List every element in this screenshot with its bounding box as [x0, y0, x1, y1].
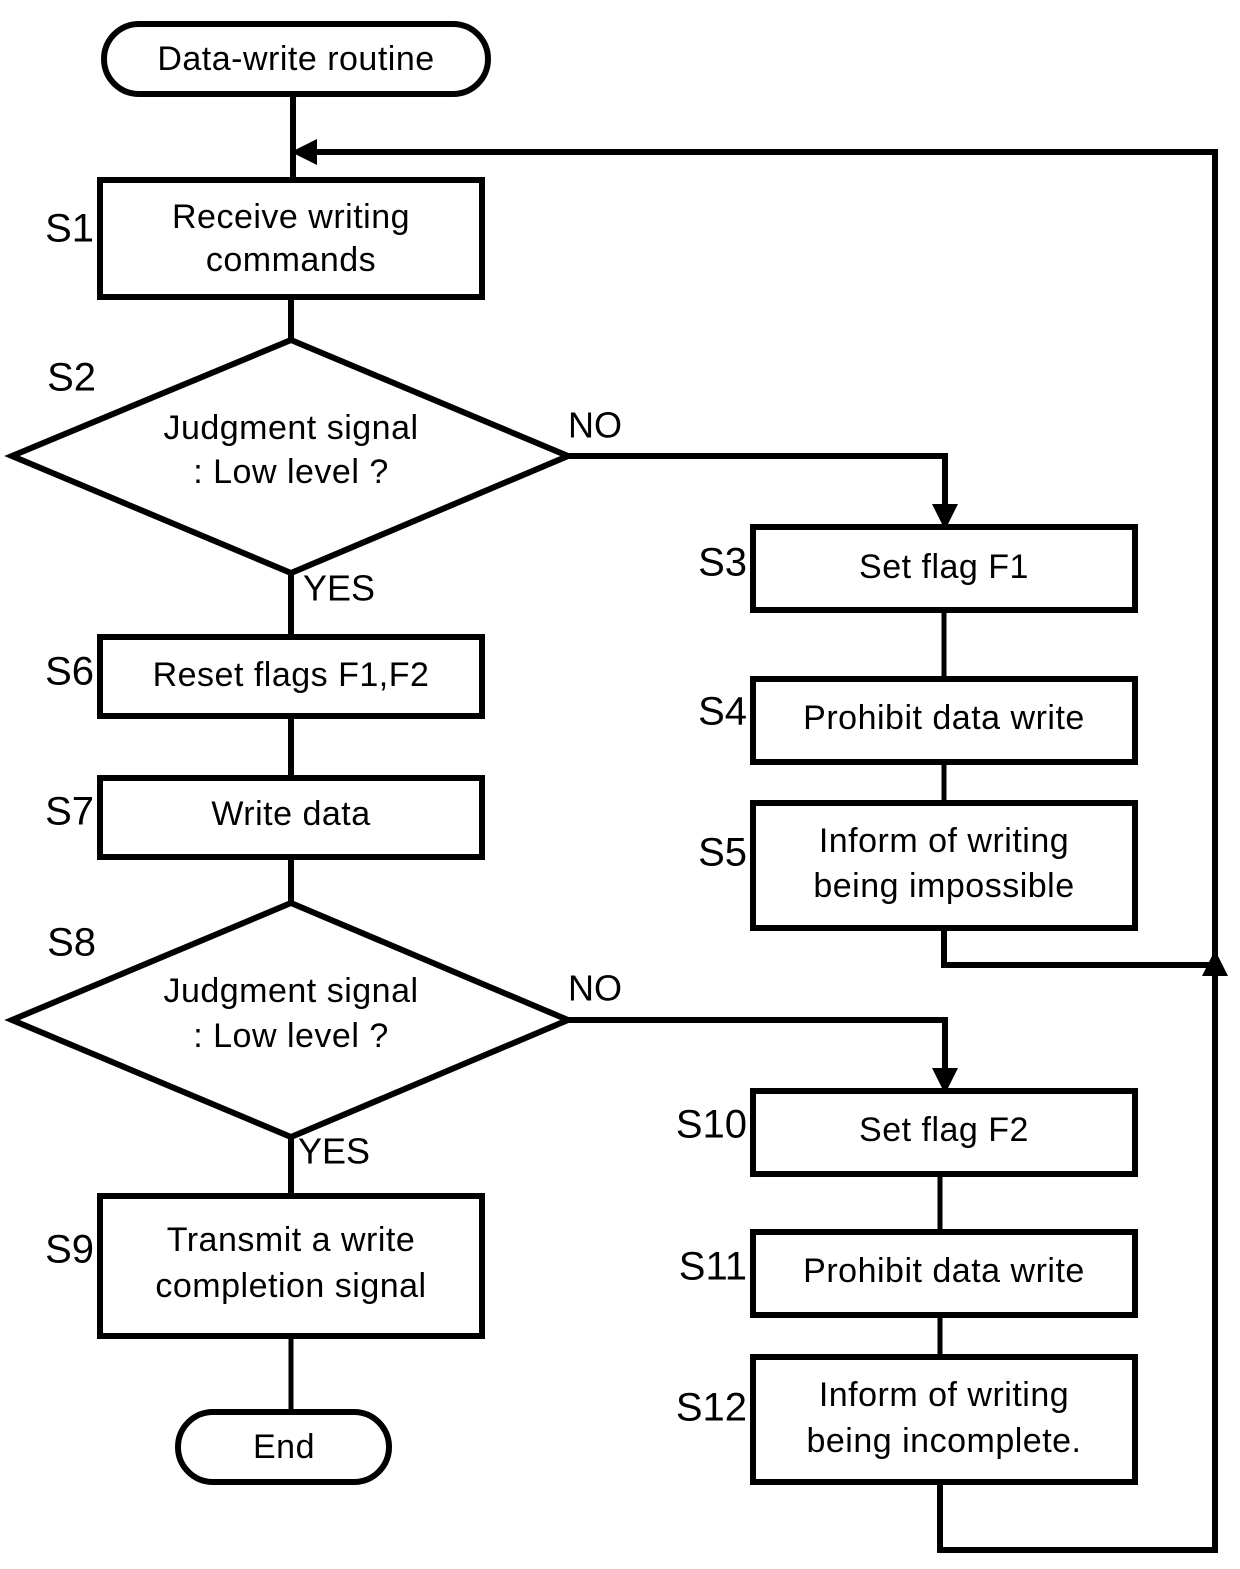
- node-s11: Prohibit data write S11: [679, 1229, 1138, 1318]
- s5-step-label: S5: [698, 831, 747, 875]
- node-s5: Inform of writing being impossible S5: [698, 800, 1138, 931]
- s12-step-label: S12: [676, 1386, 747, 1430]
- node-s12: Inform of writing being incomplete. S12: [676, 1354, 1138, 1485]
- s2-label-line-1: Judgment signal: [163, 409, 418, 447]
- s2-step-label: S2: [47, 356, 96, 400]
- node-s6: Reset flags F1,F2 S6: [45, 634, 485, 719]
- s1-label-line-1: Receive writing: [172, 198, 410, 236]
- s1-label-line-2: commands: [206, 241, 376, 279]
- s11-step-label: S11: [679, 1245, 747, 1289]
- s8-step-label: S8: [47, 921, 96, 965]
- s8-yes-branch-label: YES: [298, 1131, 370, 1172]
- s4-label-line-1: Prohibit data write: [803, 699, 1085, 737]
- s3-label-line-1: Set flag F1: [859, 548, 1029, 586]
- start-terminator-label: Data-write routine: [157, 40, 434, 78]
- node-s9: Transmit a write completion signal S9: [45, 1193, 485, 1339]
- node-s3: Set flag F1 S3: [698, 524, 1138, 613]
- s9-label-line-1: Transmit a write: [167, 1221, 416, 1259]
- s9-step-label: S9: [45, 1228, 94, 1272]
- edge-s5-feedback-lower: [941, 928, 1215, 968]
- node-s10: Set flag F2 S10: [676, 1088, 1138, 1177]
- s8-label-line-2: : Low level ?: [193, 1017, 389, 1055]
- s3-step-label: S3: [698, 541, 747, 585]
- edge-s8-no-to-s10: [568, 1017, 948, 1079]
- s5-label-line-1: Inform of writing: [819, 822, 1069, 860]
- s12-label-line-2: being incomplete.: [806, 1422, 1081, 1460]
- s5-label-line-2: being impossible: [813, 867, 1074, 905]
- s1-step-label: S1: [45, 207, 94, 251]
- s6-label-line-1: Reset flags F1,F2: [153, 656, 430, 694]
- s12-label-line-1: Inform of writing: [819, 1376, 1069, 1414]
- s7-label-line-1: Write data: [211, 795, 370, 833]
- s2-label-line-2: : Low level ?: [193, 453, 389, 491]
- s9-label-line-2: completion signal: [155, 1267, 426, 1305]
- s8-no-branch-label: NO: [568, 968, 622, 1009]
- node-s4: Prohibit data write S4: [698, 676, 1138, 765]
- end-terminator-label: End: [253, 1428, 315, 1466]
- flowchart-canvas: Data-write routine Receive writing comma…: [0, 0, 1240, 1569]
- s2-no-branch-label: NO: [568, 405, 622, 446]
- flowchart-svg: Data-write routine Receive writing comma…: [4, 21, 1228, 1553]
- s10-label-line-1: Set flag F2: [859, 1111, 1029, 1149]
- s8-label-line-1: Judgment signal: [163, 972, 418, 1010]
- node-s2: Judgment signal : Low level ? S2: [4, 336, 576, 577]
- s7-step-label: S7: [45, 790, 94, 834]
- s6-step-label: S6: [45, 650, 94, 694]
- node-s7: Write data S7: [45, 775, 485, 860]
- s11-label-line-1: Prohibit data write: [803, 1252, 1085, 1290]
- s4-step-label: S4: [698, 690, 747, 734]
- node-start: Data-write routine: [101, 21, 491, 97]
- edge-s2-no-to-s3: [568, 453, 948, 515]
- node-s8: Judgment signal : Low level ? S8: [4, 899, 576, 1141]
- node-end: End: [175, 1409, 392, 1485]
- s2-yes-branch-label: YES: [303, 568, 375, 609]
- node-s1: Receive writing commands S1: [45, 177, 485, 300]
- s10-step-label: S10: [676, 1103, 747, 1147]
